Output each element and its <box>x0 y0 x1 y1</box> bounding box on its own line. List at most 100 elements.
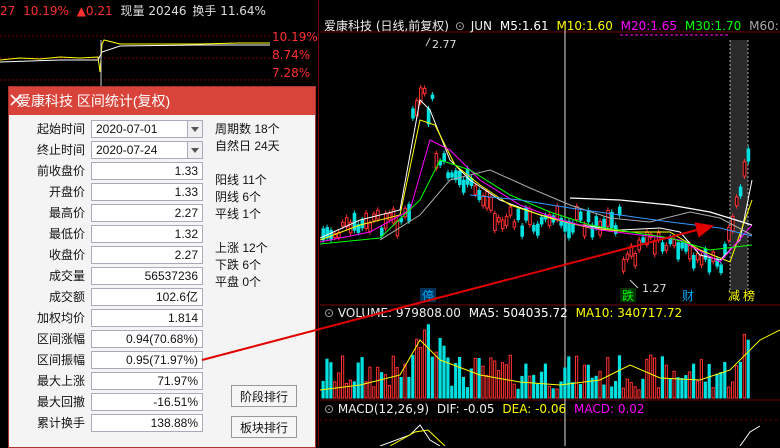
candle-body <box>422 87 427 95</box>
marker-reduce[interactable]: 减 <box>728 289 740 303</box>
candle-body <box>680 242 684 249</box>
volume-bar <box>645 358 649 399</box>
vol-ma5-label: MA5: <box>468 306 499 320</box>
stats-row-value: 1.32 <box>91 225 203 243</box>
interval-stats-dialog: 爱康科技 区间统计(复权) 起始时间 2020-07-01 终止时间 2020-07-… <box>8 86 316 448</box>
candle-body <box>481 195 485 207</box>
candle-body <box>364 212 369 229</box>
marker-finance[interactable]: 财 <box>682 289 694 303</box>
candle-body <box>325 227 329 239</box>
volume-bar <box>719 372 723 399</box>
stats-row-value-text: 0.94(70.68%) <box>125 332 198 346</box>
period-label[interactable]: JUN <box>471 19 492 33</box>
sector-rank-button[interactable]: 板块排行 <box>231 416 297 438</box>
volume-bar <box>380 372 384 399</box>
candle-body <box>695 252 700 261</box>
stats-row-value-text: 2020-07-24 <box>96 143 158 157</box>
stage-rank-button[interactable]: 阶段排行 <box>231 385 297 407</box>
macd-value: 0.02 <box>617 402 645 416</box>
candle-body <box>411 108 415 119</box>
candle-body <box>383 213 388 229</box>
volume-bars <box>321 324 750 399</box>
stats-row-value: -16.51% <box>91 393 203 411</box>
candle-body <box>380 227 384 237</box>
candle-body <box>719 264 723 274</box>
volume-bar <box>711 387 715 399</box>
kline-chart[interactable]: 2.77 1.27 停 跌 财 减 榜 爱康科技 (日线,前复权) ⊙ JUN … <box>320 0 780 446</box>
period-dropdown-icon[interactable]: ⊙ <box>455 19 465 33</box>
candle-body <box>512 221 517 228</box>
macd-title-bar: ⊙ MACD(12,26,9) DIF: -0.05 DEA: -0.06 MA… <box>324 402 645 416</box>
close-icon[interactable] <box>9 93 23 107</box>
end-date-picker[interactable]: 2020-07-24 <box>91 141 203 159</box>
volume-bar <box>594 375 598 399</box>
marker-drop[interactable]: 跌 <box>622 288 634 303</box>
volume-bar <box>738 361 742 399</box>
volume-bar <box>727 386 731 399</box>
volume-bar <box>352 381 356 399</box>
candle-body <box>610 211 614 228</box>
volume-bar <box>434 351 438 399</box>
stats-row-label: 最高价 <box>48 206 85 220</box>
candle-body <box>477 190 482 200</box>
stats-row-label: 最大上涨 <box>36 374 85 388</box>
volume-bar <box>734 365 739 399</box>
candle-body <box>586 209 591 223</box>
marker-halt[interactable]: 停 <box>422 288 434 303</box>
volume-bar <box>621 387 625 399</box>
volume-bar <box>532 374 536 399</box>
volume-bar <box>567 356 571 399</box>
volume-bar <box>695 380 700 399</box>
chart-title-bar: 爱康科技 (日线,前复权) ⊙ JUN M5:1.61 M10:1.60 M20… <box>324 17 780 34</box>
chevron-down-icon[interactable] <box>187 142 202 158</box>
volume-bar <box>742 333 746 399</box>
volume-bar <box>680 377 684 399</box>
volume-bar <box>465 387 470 399</box>
dialog-titlebar[interactable]: 爱康科技 区间统计(复权) <box>9 87 315 115</box>
stats-row-value-text: 2.27 <box>174 206 198 220</box>
volume-bar <box>454 363 458 399</box>
volume-bar <box>578 383 583 399</box>
volume-bar <box>516 388 520 399</box>
volume-bar <box>477 358 481 399</box>
vol-ma10-label: MA10: <box>575 306 614 320</box>
volume-bar <box>637 389 641 399</box>
stats-row-value-text: 0.95(71.97%) <box>125 353 198 367</box>
stats-row-label: 区间振幅 <box>36 353 85 367</box>
volume-bar <box>672 370 676 399</box>
marker-board[interactable]: 榜 <box>743 288 755 303</box>
stats-summary-item: 阴线 6个 <box>215 190 262 204</box>
macd-settings-icon[interactable]: ⊙ <box>324 402 334 416</box>
stats-row-value: 2.27 <box>91 204 203 222</box>
stats-summary-item: 上涨 12个 <box>215 241 268 255</box>
volume-bar <box>575 355 579 399</box>
volume-bar <box>571 382 575 399</box>
stats-row-label: 收盘价 <box>48 248 85 262</box>
candle-body <box>625 253 630 260</box>
volume-bar <box>692 363 696 399</box>
chevron-down-icon[interactable] <box>187 121 202 137</box>
volume-bar <box>504 364 509 399</box>
start-date-picker[interactable]: 2020-07-01 <box>91 120 203 138</box>
candle-body <box>727 226 731 241</box>
volume-bar <box>664 364 668 399</box>
stats-row-label: 累计换手 <box>36 416 85 430</box>
stats-row-value-text: 71.97% <box>157 374 198 388</box>
volume-bar <box>563 367 567 399</box>
candle-body <box>430 94 435 100</box>
volume-bar <box>610 386 614 399</box>
volume-bar <box>536 383 540 399</box>
volume-settings-icon[interactable]: ⊙ <box>324 306 334 320</box>
volume-bar <box>497 370 501 399</box>
volume-bar <box>660 356 664 399</box>
candle-body <box>688 243 692 260</box>
volume-bar <box>325 358 329 399</box>
volume-bar <box>528 375 532 399</box>
volume-bar <box>348 379 352 399</box>
candle-body <box>368 222 372 233</box>
stats-row-label: 起始时间 <box>36 122 85 136</box>
volume-bar <box>360 357 364 399</box>
candle-body <box>387 212 392 221</box>
volume-bar <box>469 368 473 399</box>
stats-summary-item: 阳线 11个 <box>215 173 267 187</box>
